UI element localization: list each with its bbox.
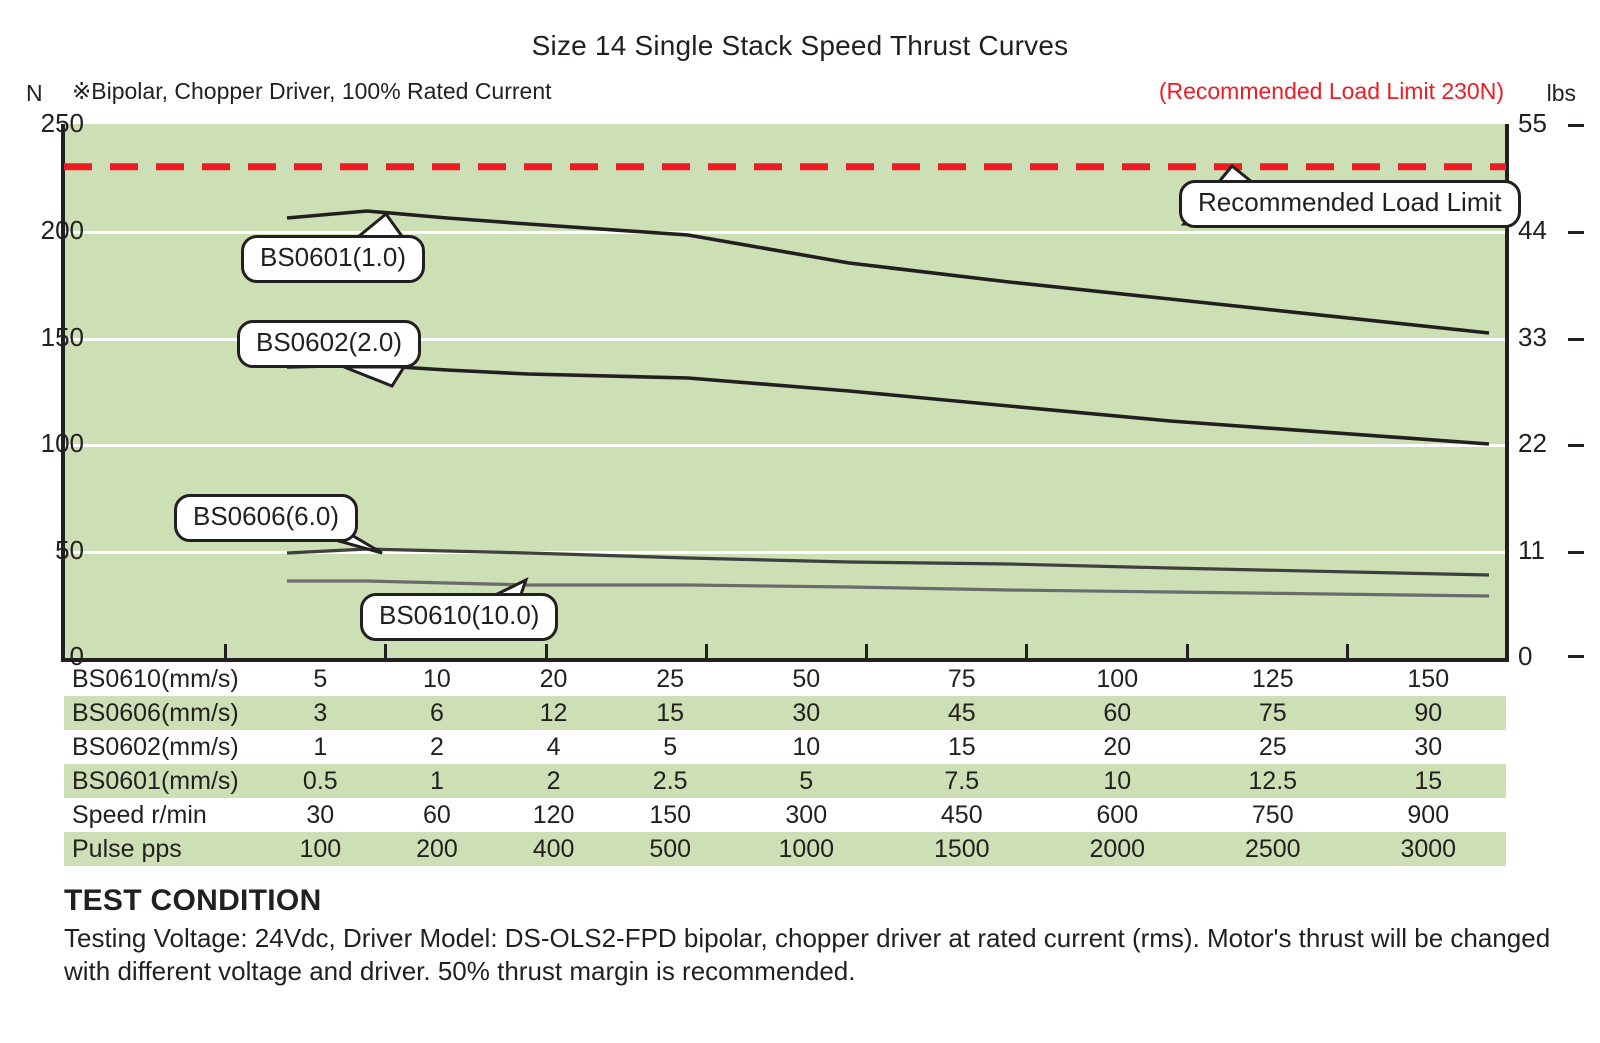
table-cell: 2 (495, 764, 612, 798)
table-cell: 60 (423, 800, 451, 829)
table-cell: 150 (649, 800, 692, 829)
table-cell: 45 (884, 696, 1040, 730)
speed-thrust-curve-page: Size 14 Single Stack Speed Thrust Curves… (0, 0, 1600, 1043)
table-row-label: BS0610(mm/s) (72, 664, 239, 693)
pointer-bs0602 (343, 365, 407, 388)
table-cell: 10 (1039, 764, 1195, 798)
table-cell: 300 (785, 800, 828, 829)
table-row-label: BS0601(mm/s) (64, 764, 262, 798)
ytick-right-22: 22 (1518, 428, 1547, 458)
table-cell: 10 (792, 732, 821, 761)
table-cell: 2.5 (611, 764, 729, 798)
table-cell: 5 (313, 664, 328, 693)
table-cell: 75 (1195, 696, 1351, 730)
table-row-label: BS0606(mm/s) (64, 696, 262, 730)
table-cell: 150 (1407, 664, 1450, 693)
table-cell: 15 (611, 696, 729, 730)
table-cell: 90 (1350, 696, 1506, 730)
table-cell: 50 (792, 664, 821, 693)
left-axis-unit: N (26, 80, 43, 106)
table-cell: 0.5 (262, 764, 379, 798)
table-cell: 3000 (1350, 832, 1506, 866)
chart-subnote: ※Bipolar, Chopper Driver, 100% Rated Cur… (72, 78, 552, 104)
callout-bs0602[interactable]: BS0602(2.0) (237, 320, 421, 368)
speed-conversion-table: BS0610(mm/s) 5 10 20 25 50 75 100 125 150 BS0606(m… (64, 662, 1506, 866)
table-cell: 30 (1414, 732, 1443, 761)
table-row-label: Pulse pps (64, 832, 262, 866)
table-cell: 60 (1039, 696, 1195, 730)
table-cell: 900 (1407, 800, 1450, 829)
table-cell: 15 (1350, 764, 1506, 798)
callout-bs0610[interactable]: BS0610(10.0) (360, 593, 559, 641)
ytick-right-55: 55 (1518, 108, 1547, 138)
table-cell: 1500 (884, 832, 1040, 866)
table-cell: 400 (495, 832, 612, 866)
test-condition-body: Testing Voltage: 24Vdc, Driver Model: DS… (64, 923, 1551, 987)
table-row: BS0602(mm/s) 1 2 4 5 10 15 20 25 30 (64, 730, 1506, 764)
table-cell: 10 (423, 664, 451, 693)
table-cell: 500 (611, 832, 729, 866)
table-cell: 1000 (728, 832, 884, 866)
right-axis-unit: lbs (1546, 80, 1576, 106)
table-cell: 120 (532, 800, 575, 829)
table-cell: 600 (1096, 800, 1139, 829)
table-cell: 25 (656, 664, 685, 693)
table-row: BS0601(mm/s) 0.5 1 2 2.5 5 7.5 10 12.5 15 (64, 764, 1506, 798)
table-cell: 100 (1096, 664, 1139, 693)
table-cell: 1 (313, 732, 328, 761)
table-cell: 2500 (1195, 832, 1351, 866)
callout-bs0606[interactable]: BS0606(6.0) (174, 494, 358, 542)
table-cell: 125 (1251, 664, 1294, 693)
test-condition-heading: TEST CONDITION (64, 884, 322, 917)
table-cell: 30 (728, 696, 884, 730)
table-cell: 12 (495, 696, 612, 730)
table-cell: 2000 (1039, 832, 1195, 866)
ytick-right-33: 33 (1518, 322, 1547, 352)
table-cell: 7.5 (884, 764, 1040, 798)
table-row: Pulse pps 100 200 400 500 1000 1500 2000 2500 300… (64, 832, 1506, 866)
table-row-label: BS0602(mm/s) (72, 732, 239, 761)
load-limit-note: (Recommended Load Limit 230N) (1158, 78, 1504, 104)
table-cell: 5 (728, 764, 884, 798)
table-cell: 6 (378, 696, 496, 730)
ytick-right-11: 11 (1518, 535, 1545, 565)
table-cell: 20 (1103, 732, 1132, 761)
table-cell: 1 (378, 764, 496, 798)
table-row-label: Speed r/min (72, 800, 207, 829)
table-cell: 25 (1258, 732, 1287, 761)
table-cell: 15 (947, 732, 976, 761)
table-cell: 100 (262, 832, 379, 866)
table-cell: 4 (546, 732, 561, 761)
table-row: BS0606(mm/s) 3 6 12 15 30 45 60 75 90 (64, 696, 1506, 730)
table-cell: 5 (663, 732, 678, 761)
callout-bs0601[interactable]: BS0601(1.0) (241, 235, 425, 283)
table-row: BS0610(mm/s) 5 10 20 25 50 75 100 125 150 (64, 662, 1506, 696)
table-cell: 20 (539, 664, 568, 693)
ytick-right-0: 0 (1518, 641, 1533, 671)
table-row: Speed r/min 30 60 120 150 300 450 600 750 900 (64, 798, 1506, 832)
table-cell: 200 (378, 832, 496, 866)
table-cell: 450 (940, 800, 983, 829)
table-cell: 75 (947, 664, 976, 693)
table-cell: 750 (1251, 800, 1294, 829)
table-cell: 2 (429, 732, 444, 761)
table-cell: 3 (262, 696, 379, 730)
page-title: Size 14 Single Stack Speed Thrust Curves (531, 30, 1069, 61)
callout-load-limit[interactable]: Recommended Load Limit (1179, 180, 1521, 228)
table-cell: 12.5 (1195, 764, 1351, 798)
ytick-right-44: 44 (1518, 215, 1547, 245)
table-cell: 30 (306, 800, 335, 829)
chart-plot-area: BS0601(1.0) BS0602(2.0) BS0606(6.0) BS06… (61, 124, 1584, 662)
